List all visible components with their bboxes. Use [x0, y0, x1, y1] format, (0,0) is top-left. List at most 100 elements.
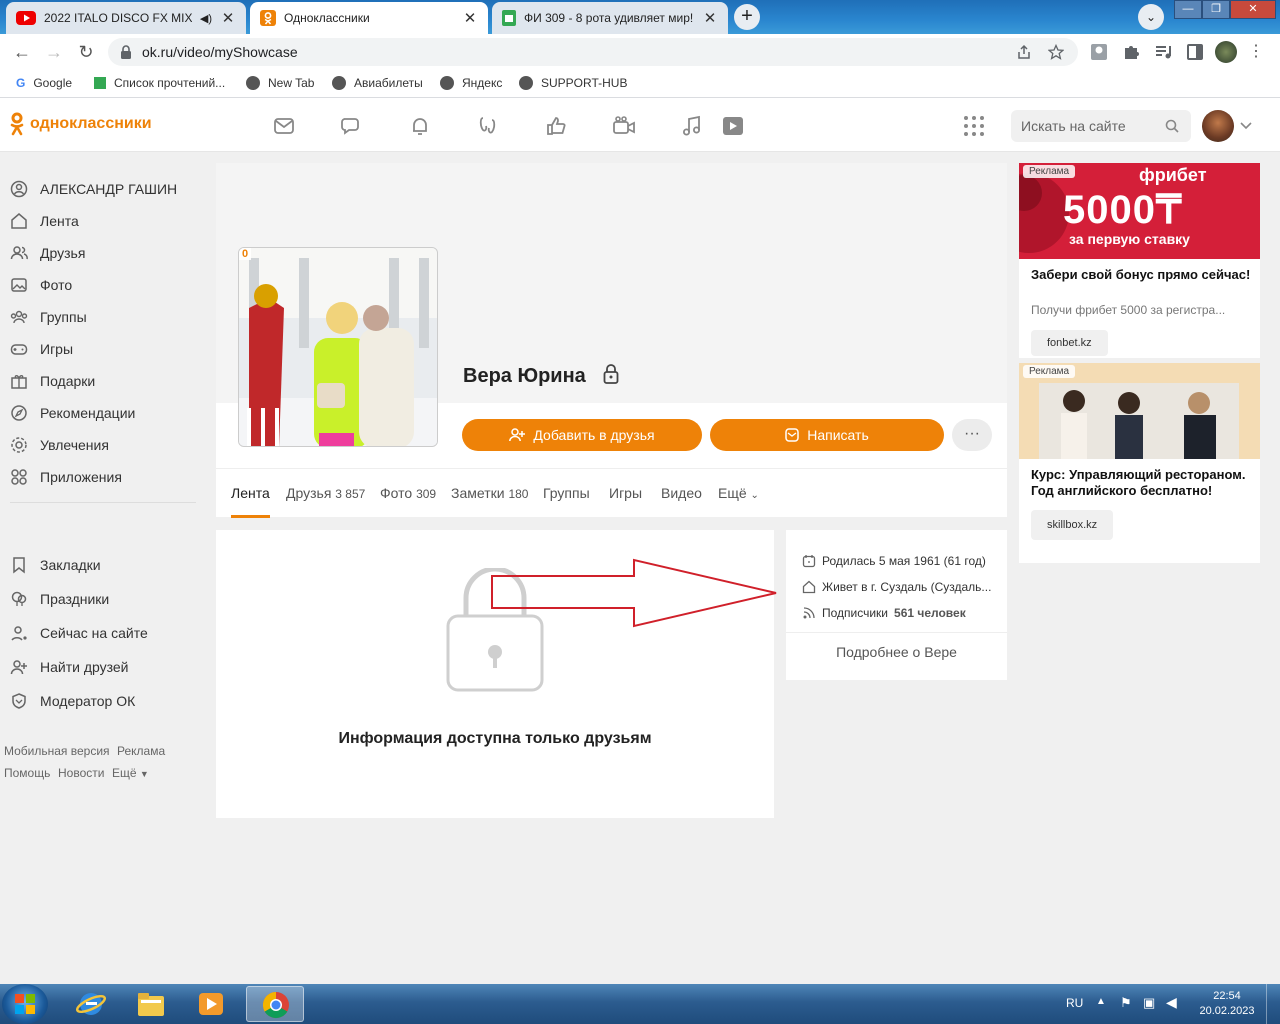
mail-icon[interactable] [272, 114, 296, 138]
tab-notes[interactable]: Заметки 180 [451, 485, 528, 501]
ad-fonbet[interactable]: фрибет 5000₸ за первую ставку Реклама За… [1019, 163, 1260, 358]
bookmark-reading-list[interactable]: Список прочтений... [94, 76, 225, 90]
action-center-flag-icon[interactable]: ⚑ [1120, 995, 1132, 1011]
tab-odnoklassniki[interactable]: Одноклассники ✕ [250, 2, 488, 34]
profile-photo[interactable]: 0 [238, 247, 438, 447]
extension-profile-icon[interactable] [1090, 43, 1108, 61]
chevron-down-icon[interactable] [1240, 122, 1252, 130]
sidebar-item-gifts[interactable]: Подарки [10, 372, 95, 390]
music-icon[interactable] [680, 114, 704, 138]
tab-feed[interactable]: Лента [231, 485, 270, 501]
maximize-button[interactable]: ❐ [1202, 0, 1230, 19]
apps-grid-icon[interactable] [962, 114, 986, 138]
close-tab-icon[interactable]: ✕ [220, 9, 236, 27]
add-friend-button[interactable]: Добавить в друзья [462, 419, 702, 451]
info-followers[interactable]: Подписчики 561 человек [802, 606, 1002, 620]
clock[interactable]: 22:54 20.02.2023 [1198, 989, 1256, 1019]
footer-link-mobile[interactable]: Мобильная версия [4, 744, 110, 758]
discussions-icon[interactable] [340, 114, 364, 138]
footer-link-more[interactable]: Ещё ▼ [112, 766, 149, 780]
bell-icon[interactable] [408, 114, 432, 138]
lock-icon[interactable] [120, 45, 132, 59]
ok-logo[interactable]: одноклассники [10, 112, 152, 136]
info-location-text: Живет в г. Суздаль (Суздаль... [822, 580, 992, 594]
minimize-button[interactable]: — [1174, 0, 1202, 19]
extensions-puzzle-icon[interactable] [1122, 43, 1140, 61]
ad-skillbox[interactable]: Реклама Курс: Управляющий рестораном. Го… [1019, 363, 1260, 563]
sidebar-item-apps[interactable]: Приложения [10, 468, 122, 486]
footer-link-ads[interactable]: Реклама [117, 744, 165, 758]
bookmark-avia[interactable]: Авиабилеты [332, 76, 423, 90]
search-icon[interactable] [1165, 119, 1179, 133]
site-search-input[interactable]: Искать на сайте [1011, 110, 1191, 142]
sidebar-item-find-friends[interactable]: Найти друзей [10, 658, 129, 676]
show-desktop-button[interactable] [1266, 984, 1280, 1024]
sidebar-item-label: Закладки [40, 557, 101, 573]
browser-menu-icon[interactable]: ⋮ [1246, 42, 1266, 62]
new-tab-button[interactable]: + [734, 4, 760, 30]
tab-groups[interactable]: Группы [543, 485, 590, 501]
bookmark-new-tab[interactable]: New Tab [246, 76, 314, 90]
chevron-down-icon: ⌄ [750, 490, 759, 501]
footer-link-news[interactable]: Новости [58, 766, 104, 780]
tab-friends[interactable]: Друзья 3 857 [286, 485, 365, 501]
reload-button[interactable]: ↻ [76, 42, 96, 62]
ad-skillbox-button[interactable]: skillbox.kz [1031, 510, 1114, 540]
share-icon[interactable] [1016, 44, 1032, 60]
bookmark-support-hub[interactable]: SUPPORT-HUB [519, 76, 627, 90]
user-avatar[interactable] [1202, 110, 1234, 142]
guests-icon[interactable] [476, 114, 500, 138]
sidebar-item-holidays[interactable]: Праздники [10, 590, 109, 608]
taskbar-explorer[interactable] [122, 986, 180, 1022]
info-location[interactable]: Живет в г. Суздаль (Суздаль... [802, 580, 1002, 594]
address-bar[interactable]: ok.ru/video/myShowcase [108, 38, 1078, 66]
forward-button[interactable]: → [44, 42, 64, 62]
profile-avatar[interactable] [1215, 41, 1237, 63]
volume-icon[interactable]: ◀︎ [1166, 994, 1177, 1011]
taskbar-ie[interactable] [62, 986, 120, 1022]
sidebar-item-profile[interactable]: АЛЕКСАНДР ГАШИН [10, 180, 177, 198]
sidebar-item-recommendations[interactable]: Рекомендации [10, 404, 135, 422]
back-button[interactable]: ← [12, 42, 32, 62]
video-icon[interactable] [612, 114, 636, 138]
bookmark-google[interactable]: G Google [16, 76, 72, 90]
bookmark-yandex[interactable]: Яндекс [440, 76, 502, 90]
tab-more[interactable]: Ещё ⌄ [718, 485, 759, 501]
close-window-button[interactable]: ✕ [1230, 0, 1276, 19]
tab-search-button[interactable]: ⌄ [1138, 4, 1164, 30]
start-button[interactable] [2, 984, 48, 1024]
tab-count: 3 857 [335, 487, 366, 501]
footer-link-help[interactable]: Помощь [4, 766, 50, 780]
tab-photos[interactable]: Фото 309 [380, 485, 436, 501]
network-icon[interactable]: ▣ [1143, 995, 1155, 1011]
language-indicator[interactable]: RU [1066, 996, 1083, 1010]
more-actions-button[interactable]: ··· [952, 419, 992, 451]
sidebar-item-photos[interactable]: Фото [10, 276, 72, 294]
close-tab-icon[interactable]: ✕ [702, 9, 718, 27]
tab-video[interactable]: Видео [661, 485, 702, 501]
sidebar-item-feed[interactable]: Лента [10, 212, 79, 230]
sidebar-item-moderator[interactable]: Модератор ОК [10, 692, 135, 710]
tray-expand-icon[interactable]: ▲ [1096, 996, 1106, 1007]
sidebar-item-hobbies[interactable]: Увлечения [10, 436, 109, 454]
media-control-icon[interactable] [1154, 43, 1172, 61]
tab-italo-disco[interactable]: 2022 ITALO DISCO FX MIX (I ◀︎) ✕ [6, 2, 246, 34]
sidebar-item-online-now[interactable]: Сейчас на сайте [10, 624, 148, 642]
tab-spreadsheet[interactable]: ФИ 309 - 8 рота удивляет мир! ✕ [492, 2, 728, 34]
ad-fonbet-button[interactable]: fonbet.kz [1031, 330, 1108, 356]
close-tab-icon[interactable]: ✕ [462, 9, 478, 27]
video-showcase-icon[interactable] [720, 114, 744, 138]
more-about-link[interactable]: Подробнее о Вере [786, 644, 1007, 660]
sidebar-item-games[interactable]: Игры [10, 340, 73, 358]
sidebar-item-bookmarks[interactable]: Закладки [10, 556, 101, 574]
sidebar-item-friends[interactable]: Друзья [10, 244, 85, 262]
like-icon[interactable] [544, 114, 568, 138]
tab-games[interactable]: Игры [609, 485, 642, 501]
side-panel-icon[interactable] [1186, 43, 1204, 61]
sidebar-item-groups[interactable]: Группы [10, 308, 87, 326]
taskbar-chrome[interactable] [246, 986, 304, 1022]
speaker-icon[interactable]: ◀︎) [200, 12, 212, 25]
write-message-button[interactable]: Написать [710, 419, 944, 451]
taskbar-media-player[interactable] [182, 986, 240, 1022]
bookmark-star-icon[interactable] [1048, 44, 1064, 60]
